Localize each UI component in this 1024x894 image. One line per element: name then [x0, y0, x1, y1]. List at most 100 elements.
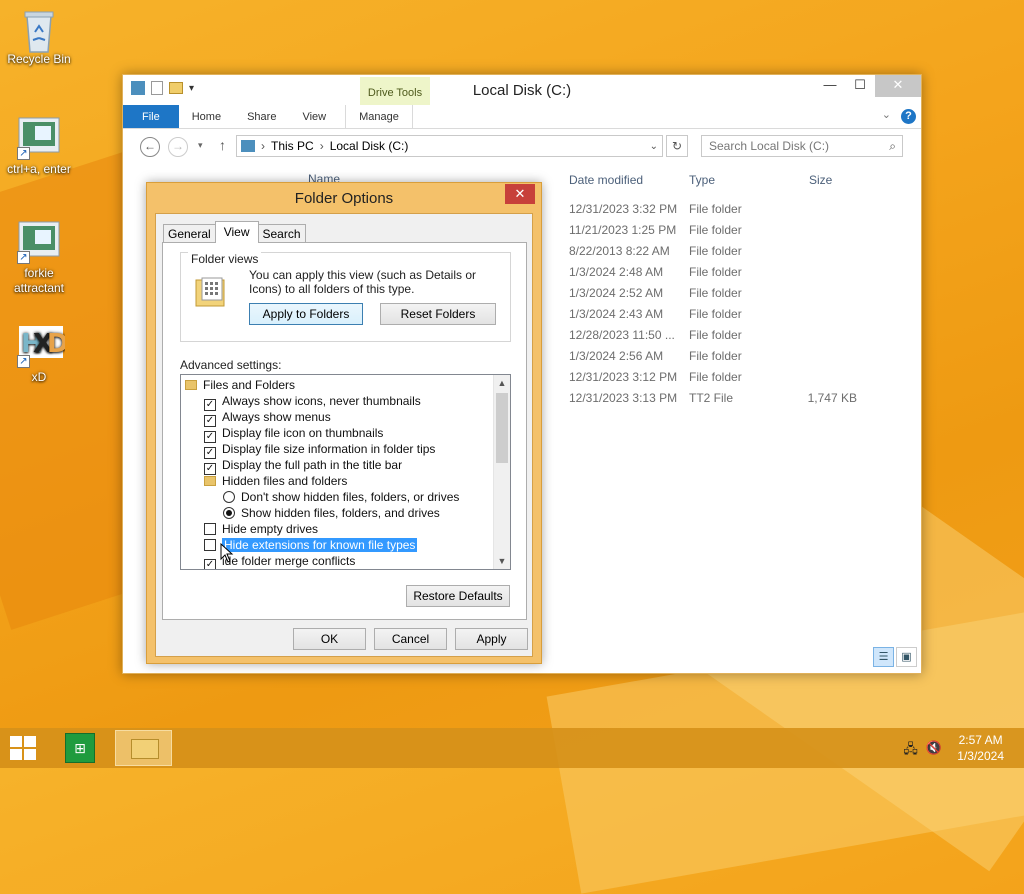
apply-button[interactable]: Apply	[455, 628, 528, 650]
folder-views-description: You can apply this view (such as Details…	[249, 268, 477, 296]
column-header-date[interactable]: Date modified	[569, 173, 643, 187]
checkbox-unchecked[interactable]	[204, 539, 216, 551]
tree-scrollbar[interactable]: ▲ ▼	[493, 375, 510, 569]
desktop-icon-ctrl-a-enter[interactable]: ↗ ctrl+a, enter	[1, 116, 77, 177]
tab-search[interactable]: Search	[257, 224, 306, 243]
radio-selected[interactable]	[223, 507, 235, 519]
restore-defaults-button[interactable]: Restore Defaults	[406, 585, 510, 607]
recent-locations-icon[interactable]: ▾	[198, 140, 203, 151]
setting-item[interactable]: ✓ Always show icons, never thumbnails	[204, 393, 421, 411]
scroll-thumb[interactable]	[496, 393, 508, 463]
table-row[interactable]: 12/31/2023 3:32 PM File folder	[561, 199, 901, 220]
setting-item[interactable]: Hide empty drives	[204, 521, 318, 537]
refresh-button[interactable]: ↻	[666, 135, 688, 157]
tab-manage[interactable]: Manage	[345, 105, 413, 128]
setting-label: Display file size information in folder …	[222, 442, 436, 456]
table-row[interactable]: 1/3/2024 2:52 AM File folder	[561, 283, 901, 304]
up-button[interactable]: ↑	[219, 137, 226, 153]
tab-home[interactable]: Home	[179, 105, 234, 128]
checkbox-checked[interactable]: ✓	[204, 559, 216, 569]
search-input[interactable]: Search Local Disk (C:) ⌕	[701, 135, 903, 157]
reset-folders-button[interactable]: Reset Folders	[380, 303, 496, 325]
scroll-up-icon[interactable]: ▲	[494, 375, 510, 391]
cell-type: File folder	[689, 349, 742, 363]
setting-item[interactable]: Hide extensions for known file types	[204, 537, 418, 553]
dialog-close-button[interactable]: ✕	[505, 184, 535, 204]
table-row[interactable]: 1/3/2024 2:43 AM File folder	[561, 304, 901, 325]
address-row: ← → ▾ ↑ › This PC › Local Disk (C:) ⌄ ↻ …	[123, 129, 921, 163]
setting-item[interactable]: ✓ Display the full path in the title bar	[204, 457, 403, 475]
details-view-icon[interactable]: ☰	[873, 647, 894, 667]
setting-label: Hidden files and folders	[222, 474, 348, 488]
ok-button[interactable]: OK	[293, 628, 366, 650]
cell-date: 12/31/2023 3:13 PM	[569, 391, 678, 405]
table-row[interactable]: 12/31/2023 3:13 PM TT2 File 1,747 KB	[561, 388, 901, 409]
cancel-button[interactable]: Cancel	[374, 628, 447, 650]
desktop-icon-label: Recycle Bin	[7, 52, 71, 66]
close-button[interactable]: ✕	[875, 75, 921, 97]
cell-type: File folder	[689, 244, 742, 258]
volume-muted-icon[interactable]: 🔇	[926, 740, 942, 762]
cell-date: 12/31/2023 3:32 PM	[569, 202, 678, 216]
setting-item[interactable]: Files and Folders	[185, 377, 295, 393]
scroll-down-icon[interactable]: ▼	[494, 553, 510, 569]
breadcrumb-local-disk[interactable]: Local Disk (C:)	[330, 139, 409, 153]
setting-label: Display the full path in the title bar	[222, 458, 403, 472]
back-button[interactable]: ←	[140, 137, 160, 157]
tab-file[interactable]: File	[123, 105, 179, 128]
table-row[interactable]: 11/21/2023 1:25 PM File folder	[561, 220, 901, 241]
table-row[interactable]: 1/3/2024 2:48 AM File folder	[561, 262, 901, 283]
setting-label: Don't show hidden files, folders, or dri…	[241, 490, 460, 504]
clock[interactable]: 2:57 AM 1/3/2024	[957, 732, 1004, 764]
large-icons-view-icon[interactable]: ▣	[896, 647, 917, 667]
address-bar[interactable]: › This PC › Local Disk (C:) ⌄	[236, 135, 663, 157]
expand-ribbon-icon[interactable]: ⌄	[882, 108, 891, 121]
setting-item[interactable]: ✓ Always show menus	[204, 409, 331, 427]
minimize-button[interactable]: —	[815, 75, 845, 97]
setting-item[interactable]: Hidden files and folders	[204, 473, 347, 489]
maximize-button[interactable]: ☐	[845, 75, 875, 97]
desktop-icon-forkie-attractant[interactable]: ↗ forkie attractant	[1, 220, 77, 296]
mouse-cursor-icon	[220, 543, 234, 563]
tab-view[interactable]: View	[214, 221, 259, 243]
explorer-titlebar[interactable]: ▾ Drive Tools Local Disk (C:) — ☐ ✕	[123, 75, 921, 105]
ribbon-tabs: File Home Share View Manage ⌄ ?	[123, 105, 921, 129]
help-icon[interactable]: ?	[901, 109, 916, 124]
table-row[interactable]: 12/31/2023 3:12 PM File folder	[561, 367, 901, 388]
network-icon[interactable]: 🖧	[903, 740, 918, 762]
breadcrumb-this-pc[interactable]: This PC	[271, 139, 314, 153]
setting-item[interactable]: ✓ Display file size information in folder…	[204, 441, 436, 459]
setting-item[interactable]: ✓ Display file icon on thumbnails	[204, 425, 383, 443]
desktop-icon-label: forkie attractant	[13, 266, 65, 295]
clock-date: 1/3/2024	[957, 749, 1004, 763]
desktop-icon-recycle-bin[interactable]: Recycle Bin	[1, 6, 77, 67]
setting-label: Always show menus	[222, 410, 331, 424]
folder-views-label: Folder views	[188, 252, 262, 266]
table-row[interactable]: 12/28/2023 11:50 ... File folder	[561, 325, 901, 346]
cell-type: File folder	[689, 286, 742, 300]
checkbox-unchecked[interactable]	[204, 523, 216, 535]
forward-button[interactable]: →	[168, 137, 188, 157]
desktop-icon-xd[interactable]: H X D ↗ xD	[1, 324, 77, 385]
tab-view[interactable]: View	[289, 105, 339, 128]
advanced-settings-tree[interactable]: Files and Folders ✓ Always show icons, nev…	[180, 374, 511, 570]
store-icon[interactable]: ⊞	[65, 733, 95, 763]
table-row[interactable]: 1/3/2024 2:56 AM File folder	[561, 346, 901, 367]
apply-to-folders-button[interactable]: Apply to Folders	[249, 303, 363, 325]
setting-item[interactable]: Don't show hidden files, folders, or dri…	[223, 489, 459, 505]
column-header-type[interactable]: Type	[689, 173, 715, 187]
setting-label: Hide empty drives	[222, 522, 319, 536]
start-button[interactable]	[10, 736, 38, 762]
column-header-size[interactable]: Size	[809, 173, 832, 187]
address-dropdown-icon[interactable]: ⌄	[650, 141, 658, 152]
dialog-titlebar[interactable]: Folder Options ✕	[147, 183, 541, 213]
setting-item[interactable]: Show hidden files, folders, and drives	[223, 505, 440, 521]
taskbar-file-explorer[interactable]	[115, 730, 172, 766]
cell-type: File folder	[689, 307, 742, 321]
tab-share[interactable]: Share	[234, 105, 289, 128]
window-controls: — ☐ ✕	[815, 75, 921, 97]
tab-general[interactable]: General	[163, 224, 216, 243]
recycle-bin-icon	[17, 6, 61, 53]
table-row[interactable]: 8/22/2013 8:22 AM File folder	[561, 241, 901, 262]
radio-unselected[interactable]	[223, 491, 235, 503]
